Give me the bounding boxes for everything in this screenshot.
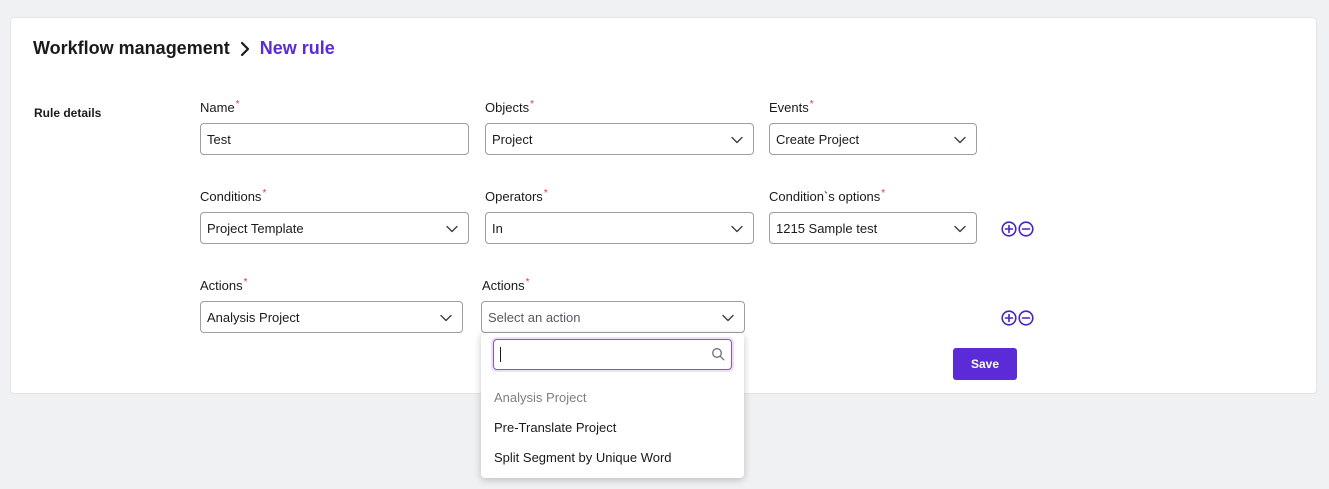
required-mark: * <box>809 99 814 110</box>
actions-select[interactable]: Analysis Project <box>200 301 463 333</box>
operators-select[interactable]: In <box>485 212 754 244</box>
events-label-text: Events <box>769 100 809 115</box>
name-label: Name* <box>200 99 240 115</box>
operators-select-value: In <box>492 220 503 236</box>
events-select[interactable]: Create Project <box>769 123 977 155</box>
secondary-actions-label-text: Actions <box>482 278 525 293</box>
required-mark: * <box>243 277 248 288</box>
search-icon <box>712 348 725 361</box>
events-label: Events* <box>769 99 814 115</box>
actions-label: Actions* <box>200 277 248 293</box>
required-mark: * <box>262 188 267 199</box>
section-label-rule-details: Rule details <box>34 106 102 120</box>
conditions-label-text: Conditions <box>200 189 262 204</box>
condition-options-select-value: 1215 Sample test <box>776 220 878 236</box>
chevron-down-icon <box>954 225 966 233</box>
name-label-text: Name <box>200 100 235 115</box>
objects-label-text: Objects <box>485 100 530 115</box>
name-input[interactable]: Test <box>200 123 469 155</box>
objects-label: Objects* <box>485 99 534 115</box>
secondary-actions-label: Actions* <box>482 277 530 293</box>
breadcrumb-workflow-management[interactable]: Workflow management <box>33 38 230 59</box>
chevron-right-icon <box>240 41 249 56</box>
save-button[interactable]: Save <box>953 348 1017 380</box>
conditions-select[interactable]: Project Template <box>200 212 469 244</box>
condition-options-select[interactable]: 1215 Sample test <box>769 212 977 244</box>
objects-select-value: Project <box>492 131 533 147</box>
required-mark: * <box>530 99 534 110</box>
actions-select-value: Analysis Project <box>207 309 300 325</box>
required-mark: * <box>525 277 530 288</box>
breadcrumb-new-rule: New rule <box>259 38 335 58</box>
breadcrumb: Workflow management New rule <box>33 38 335 59</box>
required-mark: * <box>881 188 886 199</box>
dropdown-search-field[interactable] <box>493 339 732 370</box>
required-mark: * <box>235 99 240 110</box>
name-input-value: Test <box>207 131 231 147</box>
actions-label-text: Actions <box>200 278 243 293</box>
events-select-value: Create Project <box>776 131 860 147</box>
text-caret <box>500 347 501 362</box>
chevron-down-icon <box>731 225 743 233</box>
conditions-select-value: Project Template <box>207 220 304 236</box>
actions-dropdown-menu: Analysis Project Pre-Translate Project S… <box>481 333 744 478</box>
condition-options-label-text: Condition`s options <box>769 189 881 204</box>
dropdown-option-analysis-project[interactable]: Analysis Project <box>494 390 586 405</box>
chevron-down-icon <box>722 314 734 322</box>
remove-action-minus-circle-icon[interactable] <box>1018 310 1034 326</box>
chevron-down-icon <box>731 136 743 144</box>
operators-label: Operators* <box>485 188 548 204</box>
operators-label-text: Operators <box>485 189 543 204</box>
chevron-down-icon <box>440 314 452 322</box>
secondary-actions-select[interactable]: Select an action <box>481 301 745 333</box>
dropdown-search-input[interactable] <box>500 340 709 369</box>
remove-condition-minus-circle-icon[interactable] <box>1018 221 1034 237</box>
dropdown-option-pre-translate-project[interactable]: Pre-Translate Project <box>494 420 616 435</box>
chevron-down-icon <box>954 136 966 144</box>
secondary-actions-placeholder: Select an action <box>488 309 581 325</box>
required-mark: * <box>543 188 548 199</box>
dropdown-option-split-segment[interactable]: Split Segment by Unique Word <box>494 450 672 465</box>
add-condition-plus-circle-icon[interactable] <box>1001 221 1017 237</box>
objects-select[interactable]: Project <box>485 123 754 155</box>
conditions-label: Conditions* <box>200 188 267 204</box>
chevron-down-icon <box>446 225 458 233</box>
add-action-plus-circle-icon[interactable] <box>1001 310 1017 326</box>
condition-options-label: Condition`s options* <box>769 188 886 204</box>
